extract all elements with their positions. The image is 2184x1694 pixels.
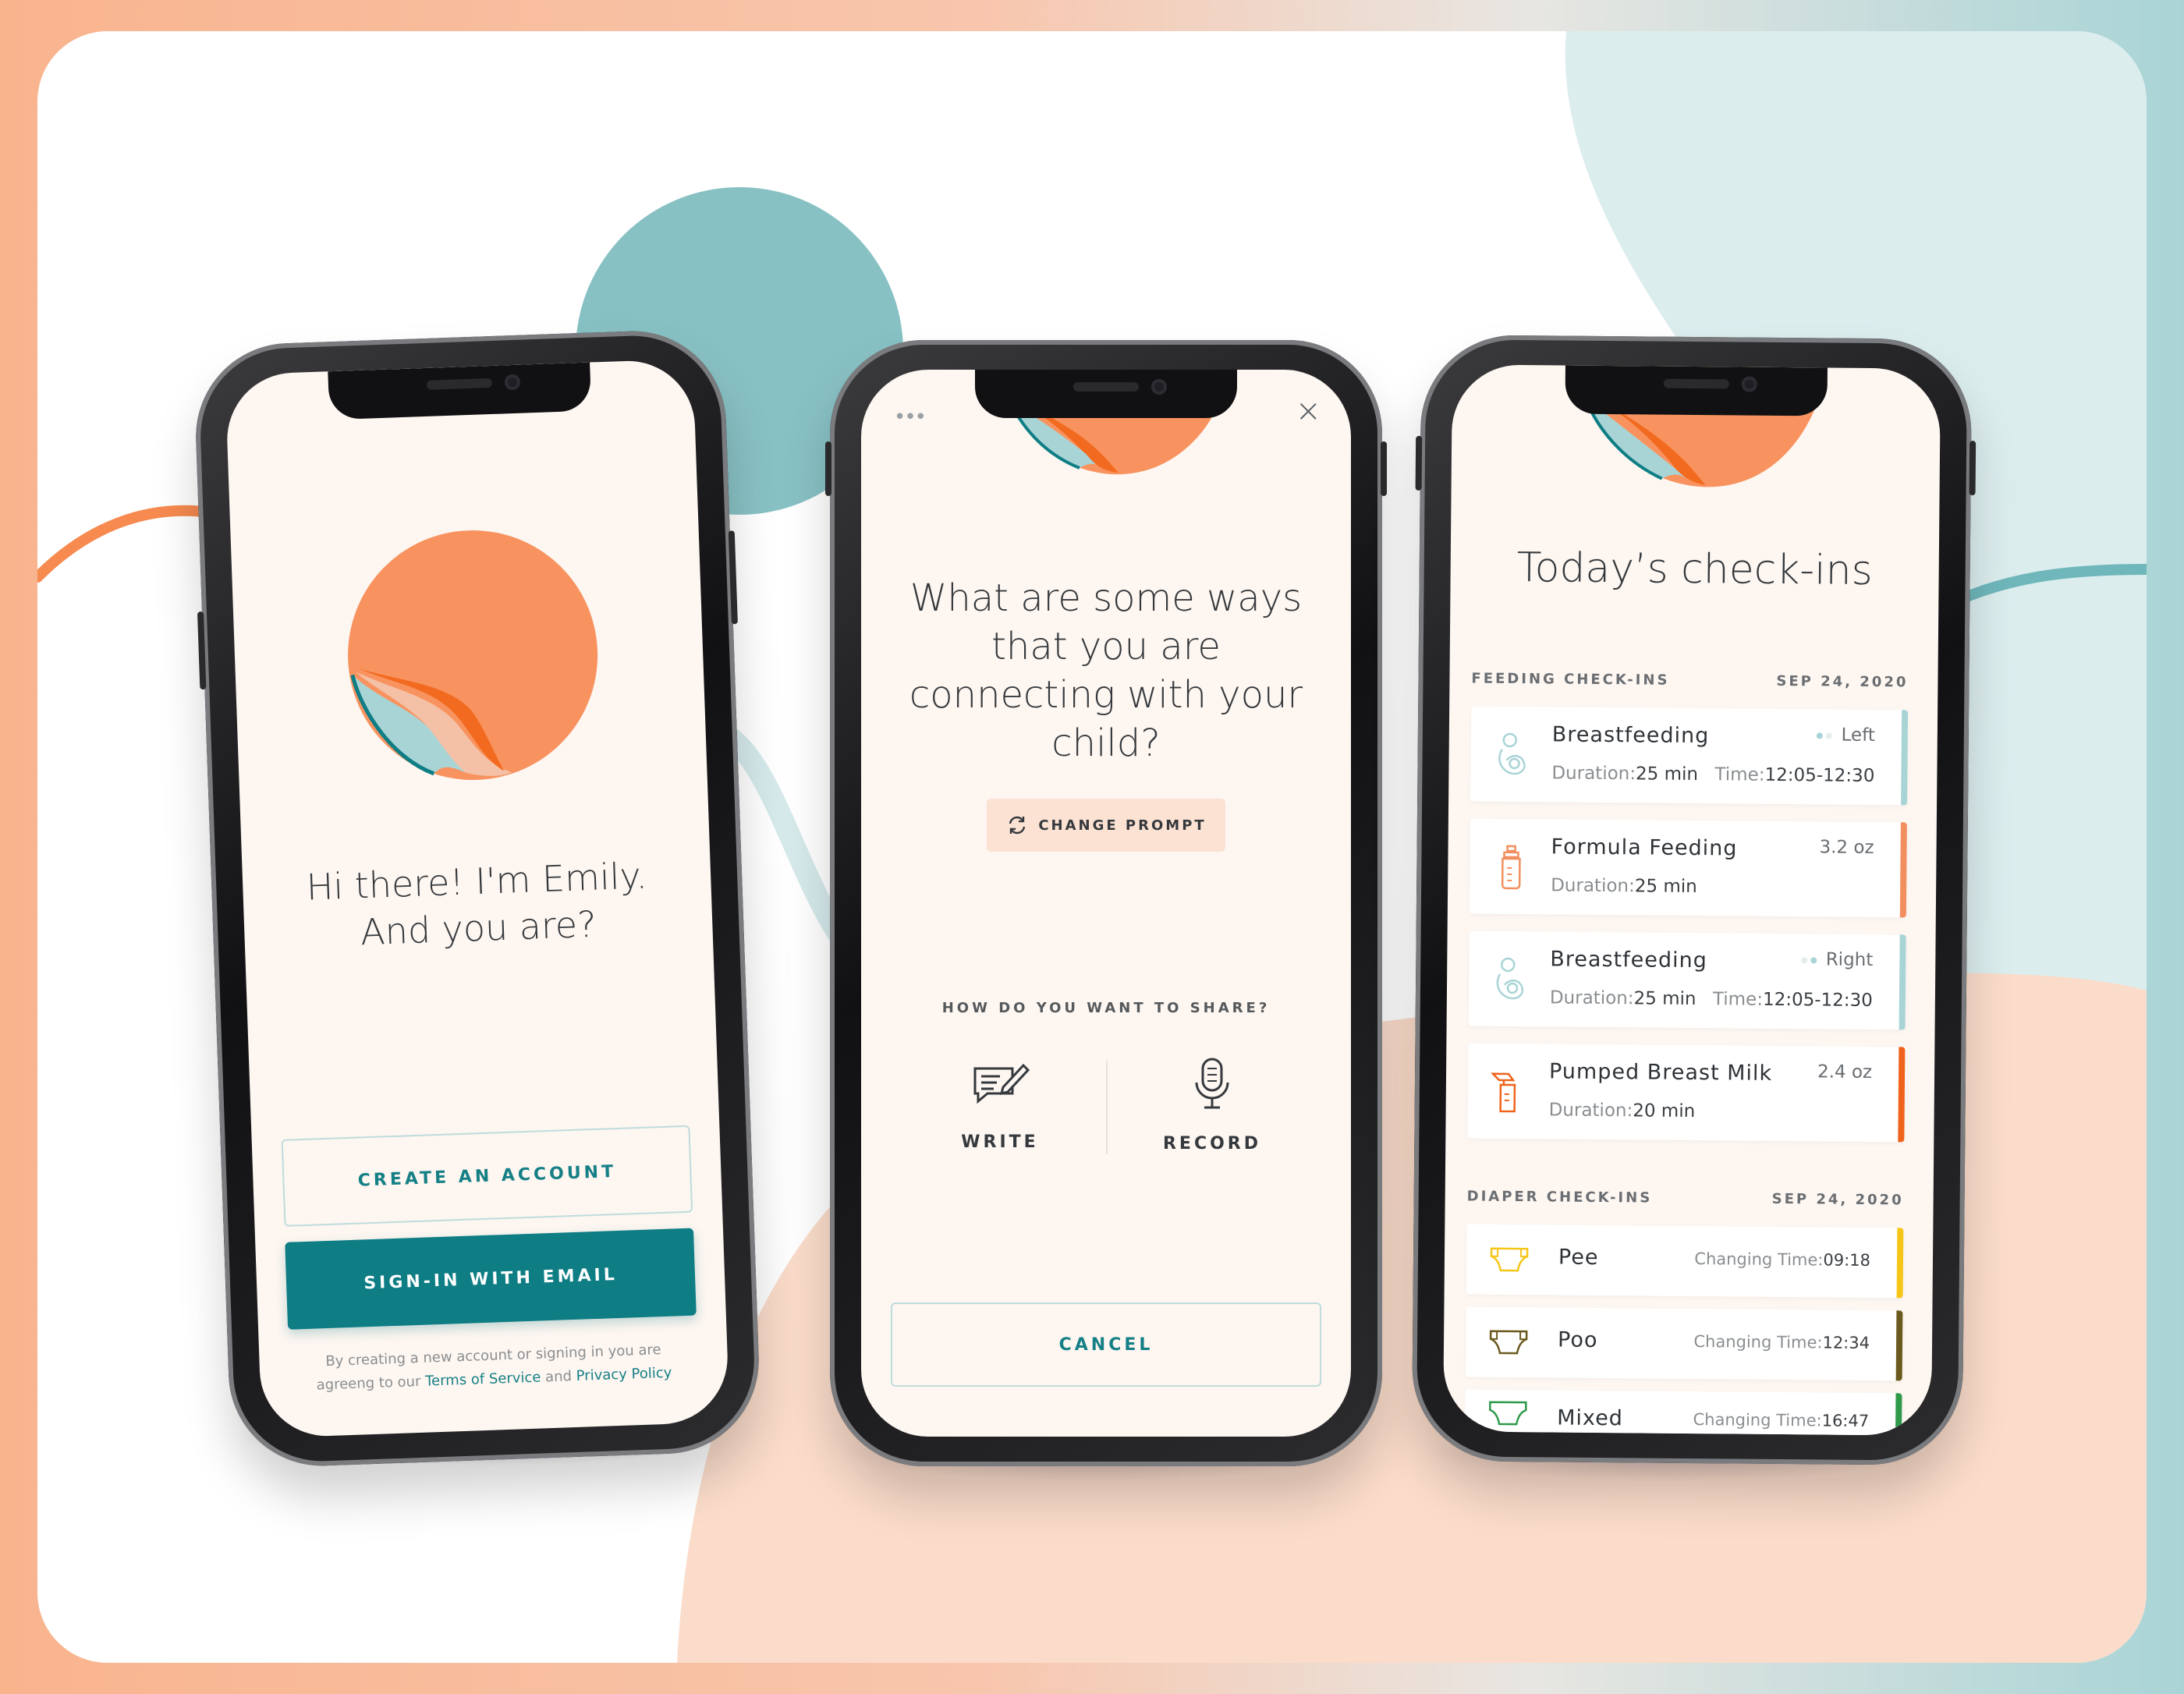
feeding-card[interactable]: Pumped Breast Milk 2.4 oz Duration:20 mi… — [1467, 1043, 1906, 1143]
notch — [1565, 365, 1828, 416]
status-bar — [1899, 822, 1907, 918]
card-title: Breastfeeding — [1551, 722, 1710, 749]
share-question: HOW DO YOU WANT TO SHARE? — [941, 1000, 1271, 1016]
diaper-icon — [1490, 1247, 1529, 1272]
feeding-section-header: FEEDING CHECK-INS SEP 24, 2020 — [1471, 671, 1908, 691]
side-indicator: Left — [1817, 725, 1875, 746]
change-prompt-label: CHANGE PROMPT — [1038, 817, 1207, 834]
card-time: Time:12:05-12:30 — [1712, 989, 1873, 1012]
microphone-icon — [1195, 1058, 1229, 1109]
phone-welcome: Hi there! I'm Emily. And you are? CREATE… — [193, 328, 762, 1469]
diaper-card[interactable]: Mixed Changing Time:16:47 — [1464, 1389, 1902, 1436]
breast-pump-icon — [1491, 1072, 1516, 1113]
terms-link[interactable]: Terms of Service — [425, 1370, 541, 1390]
write-icon — [973, 1063, 1030, 1104]
change-prompt-button[interactable]: CHANGE PROMPT — [987, 799, 1225, 852]
changing-time: Changing Time:12:34 — [1693, 1332, 1870, 1353]
card-title: Pumped Breast Milk — [1548, 1059, 1773, 1086]
breastfeeding-icon — [1496, 957, 1524, 1000]
card-title: Poo — [1557, 1327, 1598, 1352]
refresh-icon — [1009, 816, 1026, 835]
card-duration: Duration:20 min — [1548, 1100, 1696, 1122]
status-bar — [1895, 1310, 1903, 1381]
status-bar — [1896, 1228, 1904, 1299]
legal-text: By creating a new account or signing in … — [259, 1336, 729, 1399]
write-label: WRITE — [961, 1132, 1039, 1152]
side-button — [1381, 441, 1387, 496]
bottle-icon — [1501, 845, 1521, 890]
prompt-line: connecting with your — [909, 673, 1303, 717]
page-title: Today’s check-ins — [1516, 544, 1873, 595]
feeding-card[interactable]: Breastfeeding Left Duration:25 min Time:… — [1470, 706, 1909, 806]
card-title: Pee — [1558, 1245, 1599, 1270]
option-divider — [1106, 1061, 1108, 1154]
create-account-button[interactable]: CREATE AN ACCOUNT — [281, 1125, 693, 1227]
card-title: Mixed — [1557, 1405, 1624, 1431]
status-bar — [1895, 1393, 1902, 1436]
changing-time: Changing Time:16:47 — [1693, 1410, 1870, 1431]
welcome-screen: Hi there! I'm Emily. And you are? CREATE… — [225, 358, 730, 1439]
diaper-header-label: DIAPER CHECK-INS — [1466, 1188, 1653, 1207]
notch — [328, 362, 592, 420]
diaper-date: SEP 24, 2020 — [1771, 1190, 1904, 1209]
diaper-icon — [1489, 1401, 1527, 1426]
card-duration: Duration:25 min — [1551, 875, 1697, 898]
feeding-card[interactable]: Formula Feeding 3.2 oz Duration:25 min — [1469, 818, 1907, 918]
diaper-card[interactable]: Pee Changing Time:09:18 — [1466, 1224, 1904, 1299]
diaper-icon — [1489, 1330, 1528, 1355]
status-bar — [1898, 1047, 1906, 1143]
prompt-line: that you are — [991, 625, 1221, 668]
privacy-link[interactable]: Privacy Policy — [576, 1365, 672, 1384]
side-button — [825, 441, 831, 496]
feeding-date: SEP 24, 2020 — [1776, 672, 1909, 691]
status-bar — [1899, 934, 1906, 1030]
card-duration: Duration:25 min — [1551, 763, 1699, 785]
phone-checkins: Today’s check-ins FEEDING CHECK-INS SEP … — [1411, 334, 1977, 1466]
amount: 2.4 oz — [1817, 1061, 1873, 1083]
write-option[interactable]: WRITE — [922, 1056, 1078, 1152]
prompt-line: What are some ways — [909, 576, 1303, 620]
prompt-question: What are some ways that you are connecti… — [861, 574, 1351, 767]
side-button — [1969, 441, 1977, 496]
notch — [975, 370, 1237, 418]
phone-prompt: ••• × What are some ways that you are co… — [825, 340, 1387, 1466]
cancel-button[interactable]: CANCEL — [891, 1302, 1321, 1387]
prompt-screen: ••• × What are some ways that you are co… — [861, 370, 1351, 1437]
side-indicator: Right — [1801, 949, 1873, 970]
peeled-sticker-logo-icon — [348, 530, 598, 781]
record-label: RECORD — [1162, 1134, 1262, 1154]
amount: 3.2 oz — [1819, 837, 1874, 859]
status-bar — [1901, 710, 1909, 806]
diaper-section-header: DIAPER CHECK-INS SEP 24, 2020 — [1467, 1188, 1904, 1208]
changing-time: Changing Time:09:18 — [1694, 1249, 1871, 1270]
checkins-screen: Today’s check-ins FEEDING CHECK-INS SEP … — [1443, 364, 1941, 1436]
side-label: Right — [1825, 949, 1874, 971]
legal-and: and — [544, 1368, 573, 1386]
feeding-header-label: FEEDING CHECK-INS — [1471, 670, 1670, 689]
card-title: Breastfeeding — [1550, 947, 1707, 973]
more-dots-icon[interactable]: ••• — [894, 406, 927, 429]
card-title: Formula Feeding — [1551, 835, 1738, 861]
prompt-line: child? — [1051, 721, 1161, 765]
feeding-card[interactable]: Breastfeeding Right Duration:25 min Time… — [1468, 930, 1906, 1030]
diaper-card[interactable]: Poo Changing Time:12:34 — [1465, 1306, 1903, 1381]
side-button — [1415, 435, 1423, 491]
card-duration: Duration:25 min — [1549, 987, 1696, 1010]
signin-email-button[interactable]: SIGN-IN WITH EMAIL — [285, 1228, 697, 1330]
close-icon[interactable]: × — [1295, 393, 1321, 429]
breastfeeding-icon — [1498, 732, 1526, 775]
card-time: Time:12:05-12:30 — [1714, 764, 1875, 787]
side-label: Left — [1841, 725, 1875, 746]
legal-line-2: agreeng to our — [316, 1373, 421, 1394]
record-option[interactable]: RECORD — [1134, 1056, 1290, 1154]
